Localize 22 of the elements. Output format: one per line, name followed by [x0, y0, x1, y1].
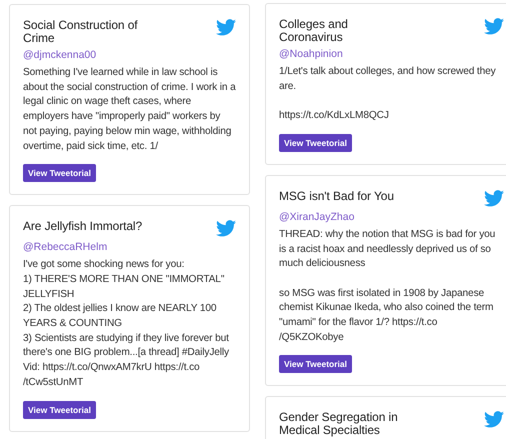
user-handle[interactable]: @djmckenna00	[23, 49, 236, 61]
user-handle[interactable]: @RebeccaRHelm	[23, 241, 236, 254]
tweet-title: Colleges and Coronavirus	[279, 16, 349, 44]
tweet-text: 1/Let's talk about colleges, and how screwed they are. https://t.co/KdLxLM8QCJ	[279, 65, 497, 124]
view-tweetorial-button[interactable]: View Tweetorial	[23, 400, 96, 419]
bird-icon	[484, 190, 504, 207]
bird-icon	[216, 19, 236, 36]
tweet-title: MSG isn't Bad for You	[279, 188, 394, 203]
bird-icon	[484, 411, 504, 428]
bird-icon	[216, 220, 236, 238]
user-handle[interactable]: @Noahpinion	[279, 48, 504, 60]
tweet-title: Social Construction of Crime	[23, 17, 139, 45]
user-handle[interactable]: @XiranJayZhao	[279, 210, 504, 223]
tweet-text: I've got some shocking news for you: 1) THERE'S MORE THAN ONE "IMMORTAL" JELLYFISH 2) The oldest jellies I know are NEARLY 100 YEARS & COUNTING 3) Scientists are studying if they live forever but there's one BIG problem...[a thread] #DailyJelly Vid: https://t.co/QnwxAM7krU https://t.co /tCw5stUnMT	[23, 258, 230, 390]
view-tweetorial-button[interactable]: View Tweetorial	[279, 134, 352, 152]
tweet-text: Something I've learned while in law school is about the social construction of crime. I work in a legal clinic on wage theft cases, where employers have "improperly paid" workers by not paying, paying below min wage, withholding overtime, paid sick time, etc. 1/	[23, 66, 236, 154]
tweet-title: Are Jellyfish Immortal?	[23, 218, 142, 234]
bird-icon	[484, 18, 504, 35]
tweet-text: THREAD: why the notion that MSG is bad for you is a racist hoax and needlessly deprived us of so much deliciousness so MSG was first isolated in 1908 by Japanese chemist Kikunae Ikeda, who also coined the term "umami" for the flavor 1/? https://t.co /Q5KZOKobye	[279, 228, 496, 345]
tweet-title: Gender Segregation in Medical Specialties	[279, 409, 399, 438]
view-tweetorial-button[interactable]: View Tweetorial	[23, 164, 96, 182]
view-tweetorial-button[interactable]: View Tweetorial	[279, 355, 352, 374]
